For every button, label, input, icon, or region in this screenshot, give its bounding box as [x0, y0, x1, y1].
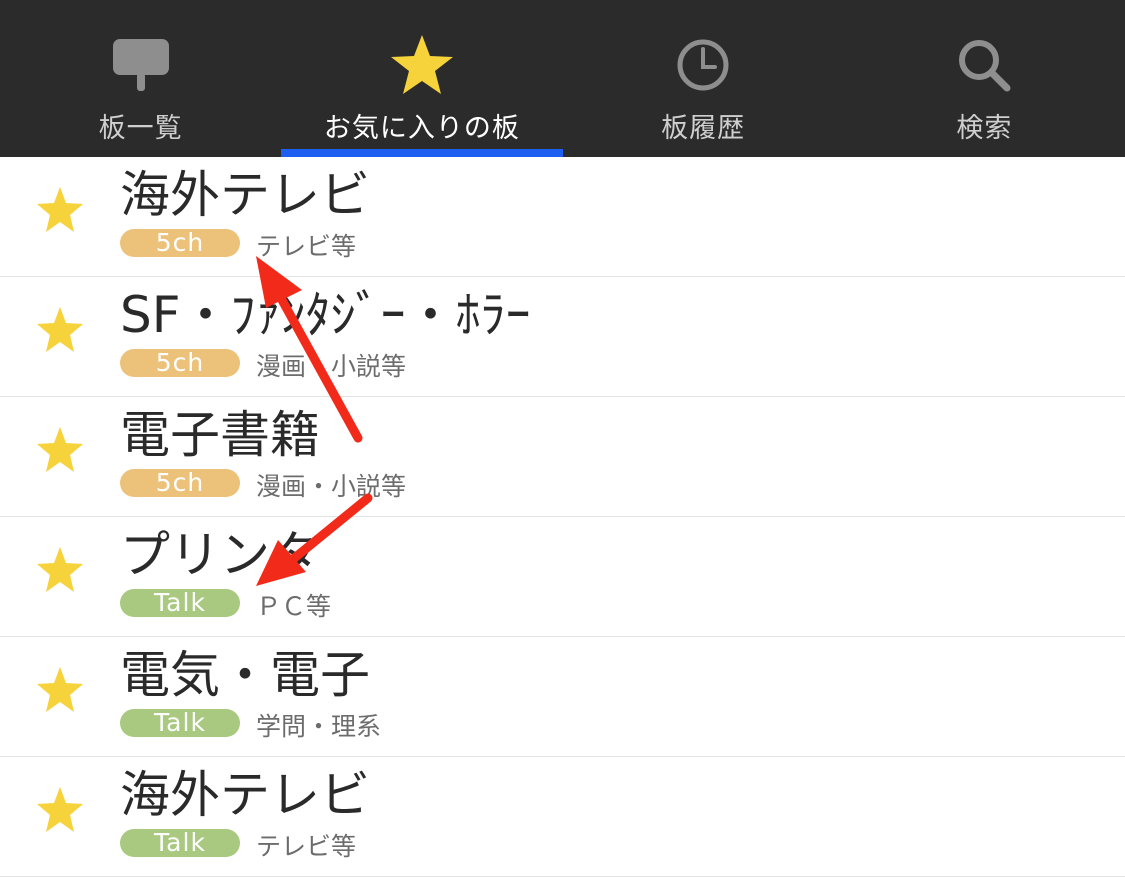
list-item[interactable]: 電気・電子 Talk 学問・理系: [0, 637, 1125, 757]
list-item[interactable]: 海外テレビ 5ch テレビ等: [0, 157, 1125, 277]
tab-label: 板履歴: [661, 113, 746, 144]
source-badge: 5ch: [120, 469, 240, 497]
favorite-star-icon[interactable]: [30, 661, 90, 721]
source-badge: Talk: [120, 829, 240, 857]
board-title: 電子書籍: [120, 406, 320, 464]
signboard-icon: [106, 30, 176, 100]
list-item[interactable]: 電子書籍 5ch 漫画・小説等: [0, 397, 1125, 517]
tab-label: 検索: [956, 113, 1013, 144]
list-item[interactable]: SF・ﾌｧﾝﾀｼﾞｰ・ﾎﾗｰ 5ch 漫画・小説等: [0, 277, 1125, 397]
board-title: 海外テレビ: [120, 766, 370, 824]
board-category: テレビ等: [256, 232, 357, 261]
tab-favorite-boards[interactable]: お気に入りの板: [281, 0, 563, 157]
tab-label: お気に入りの板: [323, 113, 520, 144]
board-title: 海外テレビ: [120, 166, 370, 224]
favorite-star-icon[interactable]: [30, 421, 90, 481]
list-item[interactable]: 海外テレビ Talk テレビ等: [0, 757, 1125, 877]
favorite-board-list: 海外テレビ 5ch テレビ等 SF・ﾌｧﾝﾀｼﾞｰ・ﾎﾗｰ 5ch 漫画・小説等…: [0, 157, 1125, 877]
board-title: SF・ﾌｧﾝﾀｼﾞｰ・ﾎﾗｰ: [120, 286, 531, 344]
board-category: 学問・理系: [256, 712, 382, 741]
board-title: 電気・電子: [120, 646, 370, 704]
tab-label: 板一覧: [98, 113, 183, 144]
search-icon: [949, 30, 1019, 100]
board-category: ＰＣ等: [256, 592, 332, 621]
favorite-star-icon[interactable]: [30, 301, 90, 361]
tab-bar: 板一覧 お気に入りの板 板履歴 検索: [0, 0, 1125, 157]
tab-search[interactable]: 検索: [844, 0, 1125, 157]
clock-icon: [668, 30, 738, 100]
favorite-star-icon[interactable]: [30, 781, 90, 841]
source-badge: Talk: [120, 709, 240, 737]
board-category: テレビ等: [256, 832, 357, 861]
active-tab-indicator: [281, 149, 563, 157]
board-category: 漫画・小説等: [256, 352, 407, 381]
tab-board-list[interactable]: 板一覧: [0, 0, 281, 157]
source-badge: Talk: [120, 589, 240, 617]
star-icon: [387, 30, 457, 100]
favorite-star-icon[interactable]: [30, 541, 90, 601]
board-title: プリンタ: [120, 526, 320, 584]
source-badge: 5ch: [120, 229, 240, 257]
list-item[interactable]: プリンタ Talk ＰＣ等: [0, 517, 1125, 637]
favorite-star-icon[interactable]: [30, 181, 90, 241]
source-badge: 5ch: [120, 349, 240, 377]
board-category: 漫画・小説等: [256, 472, 407, 501]
tab-board-history[interactable]: 板履歴: [563, 0, 844, 157]
